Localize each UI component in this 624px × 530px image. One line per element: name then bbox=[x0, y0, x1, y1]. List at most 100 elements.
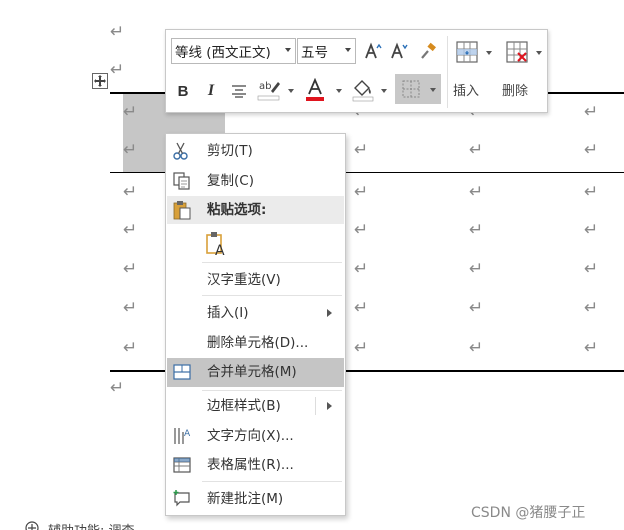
shrink-font-button[interactable] bbox=[388, 40, 410, 62]
insert-table-icon bbox=[456, 41, 478, 63]
delete-label[interactable]: 删除 bbox=[502, 80, 528, 99]
font-name-combo[interactable]: 等线 (西文正文) bbox=[171, 38, 296, 64]
chevron-down-icon[interactable] bbox=[486, 51, 492, 55]
cell-mark: ↵ bbox=[469, 182, 484, 202]
paragraph-mark: ↵ bbox=[110, 378, 125, 398]
watermark: CSDN @猪腰子正 bbox=[471, 505, 586, 521]
italic-button[interactable]: I bbox=[200, 80, 222, 102]
menu-item-border-styles[interactable]: 边框样式(B) bbox=[167, 392, 344, 420]
cell-mark: ↵ bbox=[123, 102, 138, 122]
font-size-combo[interactable]: 五号 bbox=[297, 38, 356, 64]
cell-mark: ↵ bbox=[469, 220, 484, 240]
menu-item-reconvert[interactable]: 汉字重选(V) bbox=[167, 266, 344, 294]
center-align-button[interactable] bbox=[228, 80, 250, 102]
chevron-down-icon[interactable] bbox=[336, 89, 342, 93]
menu-item-new-comment[interactable]: 新建批注(M) bbox=[167, 485, 344, 513]
shrink-font-icon bbox=[391, 42, 408, 59]
chevron-down-icon bbox=[430, 88, 436, 92]
text-highlight-button[interactable]: ab bbox=[256, 76, 282, 104]
menu-separator bbox=[202, 295, 342, 296]
cell-mark: ↵ bbox=[584, 140, 599, 160]
cell-mark: ↵ bbox=[469, 298, 484, 318]
paragraph-mark: ↵ bbox=[110, 22, 125, 42]
menu-separator bbox=[202, 481, 342, 482]
cell-mark: ↵ bbox=[354, 298, 369, 318]
menu-item-table-properties[interactable]: 表格属性(R)... bbox=[167, 451, 344, 479]
context-menu: 剪切(T) 复制(C) 粘贴选项: A 汉字重选(V) 插入(I) 删除单元格(… bbox=[165, 133, 346, 516]
menu-label: 表格属性(R)... bbox=[207, 457, 294, 473]
grow-font-icon bbox=[365, 42, 382, 59]
chevron-down-icon[interactable] bbox=[285, 48, 291, 52]
format-painter-button[interactable] bbox=[417, 40, 439, 62]
chevron-right-icon[interactable] bbox=[327, 402, 332, 410]
format-painter-icon bbox=[421, 42, 436, 59]
clipboard-icon bbox=[173, 201, 191, 220]
font-color-button[interactable] bbox=[303, 76, 327, 104]
font-name-value: 等线 (西文正文) bbox=[175, 45, 271, 61]
accessibility-status[interactable]: 辅助功能: 调查 bbox=[48, 520, 135, 530]
chevron-down-icon[interactable] bbox=[536, 51, 542, 55]
cell-mark: ↵ bbox=[354, 140, 369, 160]
cell-mark: ↵ bbox=[123, 140, 138, 160]
cell-mark: ↵ bbox=[584, 220, 599, 240]
menu-item-copy[interactable]: 复制(C) bbox=[167, 167, 344, 195]
delete-table-button[interactable] bbox=[504, 38, 530, 66]
borders-icon bbox=[402, 80, 420, 98]
menu-item-insert[interactable]: 插入(I) bbox=[167, 299, 344, 327]
svg-text:A: A bbox=[184, 429, 191, 439]
shading-button[interactable] bbox=[350, 76, 376, 104]
menu-label: 边框样式(B) bbox=[207, 398, 281, 414]
insert-label[interactable]: 插入 bbox=[453, 80, 479, 99]
cell-mark: ↵ bbox=[584, 338, 599, 358]
cell-mark: ↵ bbox=[584, 182, 599, 202]
menu-label: 文字方向(X)... bbox=[207, 428, 294, 444]
menu-item-merge-cells[interactable]: 合并单元格(M) bbox=[167, 358, 344, 387]
chevron-down-icon[interactable] bbox=[381, 89, 387, 93]
menu-label: 合并单元格(M) bbox=[207, 364, 297, 380]
menu-item-delete-cells[interactable]: 删除单元格(D)... bbox=[167, 329, 344, 357]
cell-mark: ↵ bbox=[354, 220, 369, 240]
scissors-icon bbox=[173, 142, 188, 160]
menu-item-text-direction[interactable]: A 文字方向(X)... bbox=[167, 422, 344, 450]
chevron-down-icon[interactable] bbox=[288, 89, 294, 93]
paste-keep-text-only[interactable]: A bbox=[167, 229, 344, 259]
new-comment-icon bbox=[173, 490, 190, 507]
menu-separator bbox=[202, 390, 342, 391]
menu-label: 新建批注(M) bbox=[207, 491, 284, 507]
cell-mark: ↵ bbox=[123, 338, 138, 358]
grow-font-button[interactable] bbox=[362, 40, 384, 62]
insert-table-button[interactable] bbox=[454, 38, 480, 66]
cell-mark: ↵ bbox=[354, 259, 369, 279]
font-color-icon bbox=[306, 78, 324, 101]
borders-button[interactable] bbox=[395, 74, 441, 104]
cell-mark: ↵ bbox=[469, 259, 484, 279]
cell-mark: ↵ bbox=[123, 298, 138, 318]
mini-toolbar: 等线 (西文正文) 五号 B I ab 插入 删除 bbox=[165, 29, 548, 113]
menu-label: 删除单元格(D)... bbox=[207, 335, 309, 351]
bold-button[interactable]: B bbox=[172, 80, 194, 102]
cell-mark: ↵ bbox=[469, 338, 484, 358]
table-move-handle[interactable] bbox=[92, 73, 108, 89]
menu-label: 插入(I) bbox=[207, 305, 249, 321]
delete-table-icon bbox=[506, 41, 528, 63]
menu-separator bbox=[202, 262, 342, 263]
svg-text:A: A bbox=[215, 243, 225, 257]
font-size-value: 五号 bbox=[301, 45, 328, 61]
toolbar-separator bbox=[447, 36, 448, 108]
menu-label: 剪切(T) bbox=[207, 143, 253, 159]
submenu-divider bbox=[315, 397, 316, 415]
menu-item-cut[interactable]: 剪切(T) bbox=[167, 137, 344, 165]
chevron-right-icon bbox=[327, 309, 332, 317]
chevron-down-icon[interactable] bbox=[345, 48, 351, 52]
center-align-icon bbox=[232, 85, 246, 98]
menu-label: 复制(C) bbox=[207, 173, 254, 189]
cell-mark: ↵ bbox=[584, 259, 599, 279]
accessibility-icon[interactable] bbox=[24, 520, 40, 530]
menu-label: 汉字重选(V) bbox=[207, 272, 281, 288]
cell-mark: ↵ bbox=[123, 182, 138, 202]
cell-mark: ↵ bbox=[123, 220, 138, 240]
merge-cells-icon bbox=[173, 364, 191, 380]
cell-mark: ↵ bbox=[584, 298, 599, 318]
menu-header-paste-options: 粘贴选项: bbox=[167, 196, 344, 224]
copy-icon bbox=[173, 172, 190, 190]
